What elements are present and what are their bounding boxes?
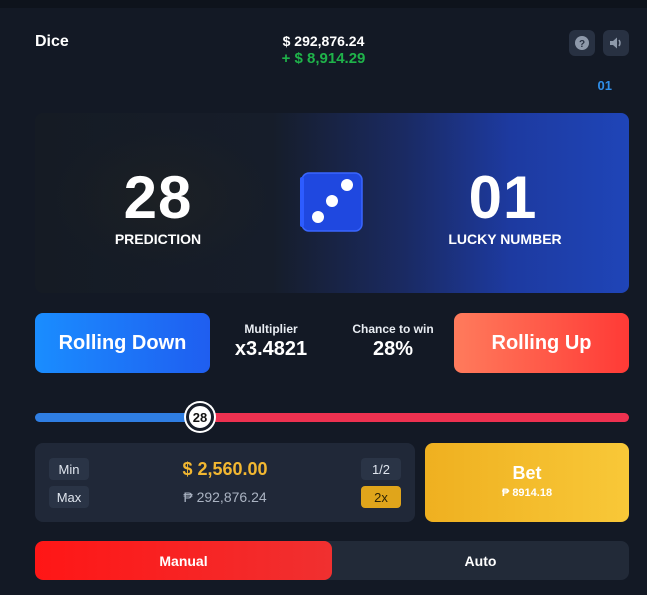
balance-display: $ 292,876.24 + $ 8,914.29 <box>0 33 647 67</box>
bet-amount-box: Min Max $ 2,560.00 ₱ 292,876.24 1/2 2x <box>35 443 415 522</box>
slider-track-high[interactable] <box>200 413 629 422</box>
tab-manual[interactable]: Manual <box>35 541 332 580</box>
round-number: 01 <box>597 78 612 93</box>
die-three-icon <box>300 172 363 232</box>
lucky-number-label: LUCKY NUMBER <box>448 231 562 247</box>
bet-amount-input[interactable]: $ 2,560.00 <box>35 459 415 480</box>
prediction-label: PREDICTION <box>114 231 202 247</box>
chance-value: 28% <box>372 338 414 360</box>
result-panel: 28 PREDICTION 01 LUCKY NUMBER <box>35 113 629 293</box>
sound-button[interactable] <box>603 30 629 56</box>
chance-stat: Chance to win 28% <box>340 322 446 361</box>
balance-alt: ₱ 292,876.24 <box>183 489 267 505</box>
slider-handle[interactable]: 28 <box>186 403 214 431</box>
tab-auto[interactable]: Auto <box>332 541 629 580</box>
top-strip <box>0 0 647 8</box>
multiplier-stat: Multiplier x3.4821 <box>220 322 322 361</box>
mode-tabs: Manual Auto <box>35 541 629 580</box>
half-button[interactable]: 1/2 <box>361 458 401 480</box>
bet-button-amount: ₱ 8914.18 <box>501 487 553 499</box>
multiplier-value: x3.4821 <box>234 338 308 360</box>
multiplier-label: Multiplier <box>244 322 298 336</box>
chance-label: Chance to win <box>352 322 434 336</box>
svg-text:?: ? <box>579 39 585 50</box>
rolling-down-button[interactable]: Rolling Down <box>35 313 210 373</box>
balance-amount: $ 292,876.24 <box>282 33 365 49</box>
bet-button-label: Bet <box>512 463 542 483</box>
profit-amount: + $ 8,914.29 <box>281 50 366 67</box>
double-button[interactable]: 2x <box>361 486 401 508</box>
slider-track-low[interactable] <box>35 413 210 422</box>
bet-button[interactable]: Bet ₱ 8914.18 <box>425 443 629 522</box>
lucky-number-value: 01 <box>468 164 538 231</box>
speaker-icon <box>610 37 621 49</box>
prediction-value: 28 <box>123 164 193 231</box>
help-button[interactable]: ? <box>569 30 595 56</box>
rolling-up-button[interactable]: Rolling Up <box>454 313 629 373</box>
help-icon: ? <box>575 36 589 50</box>
